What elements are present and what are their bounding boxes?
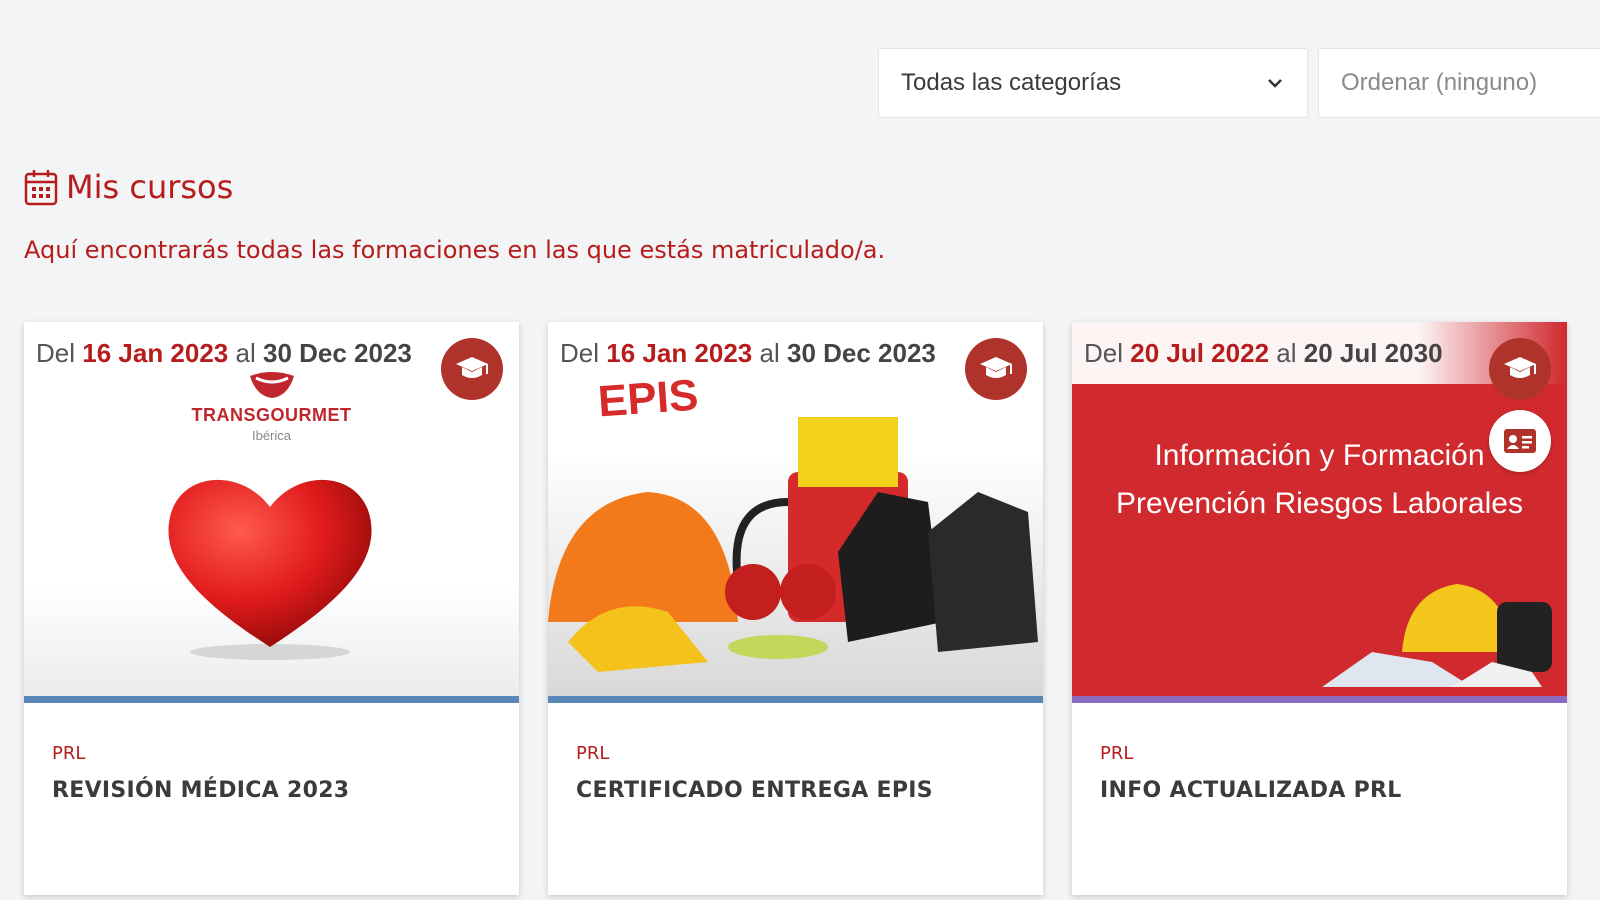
card-body: PRL INFO ACTUALIZADA PRL [1072, 703, 1567, 803]
id-card-icon [1504, 429, 1536, 453]
graduation-cap-icon [1504, 357, 1536, 378]
course-title[interactable]: CERTIFICADO ENTREGA EPIS [576, 778, 1015, 803]
date-mid: al [759, 338, 780, 368]
course-dates: Del 16 Jan 2023 al 30 Dec 2023 [560, 338, 936, 369]
graduation-cap-icon [980, 357, 1012, 378]
heart-image [168, 479, 372, 660]
course-card-revision-medica[interactable]: Del 16 Jan 2023 al 30 Dec 2023 TRANSGOUR… [24, 322, 519, 895]
card-accent-bar [24, 696, 519, 703]
end-date: 30 Dec 2023 [262, 338, 412, 368]
category-select-value: Todas las categorías [901, 69, 1122, 96]
card-body: PRL REVISIÓN MÉDICA 2023 [24, 703, 519, 803]
date-prefix: Del [560, 338, 600, 368]
calendar-icon [24, 170, 58, 206]
order-select-value: Ordenar (ninguno) [1341, 69, 1538, 96]
course-card-certificado-epis[interactable]: Del 16 Jan 2023 al 30 Dec 2023 EPIS PRL … [548, 322, 1043, 895]
course-category: PRL [1100, 743, 1134, 764]
start-date: 16 Jan 2023 [606, 338, 753, 368]
certificate-badge[interactable] [1489, 410, 1551, 472]
course-image: Del 16 Jan 2023 al 30 Dec 2023 EPIS [548, 322, 1043, 696]
course-card-info-prl[interactable]: Del 20 Jul 2022 al 20 Jul 2030 Informaci… [1072, 322, 1567, 895]
start-date: 16 Jan 2023 [82, 338, 229, 368]
course-image: Del 20 Jul 2022 al 20 Jul 2030 Informaci… [1072, 322, 1567, 696]
card-accent-bar [548, 696, 1043, 703]
course-title[interactable]: INFO ACTUALIZADA PRL [1100, 778, 1539, 803]
card-accent-bar [1072, 696, 1567, 703]
course-dates: Del 16 Jan 2023 al 30 Dec 2023 [36, 338, 412, 369]
logo-sub: Ibérica [251, 428, 292, 443]
page-title: Mis cursos [66, 168, 234, 206]
chevron-down-icon [1268, 79, 1282, 88]
course-badge[interactable] [441, 338, 503, 400]
date-mid: al [235, 338, 256, 368]
course-badge[interactable] [965, 338, 1027, 400]
date-prefix: Del [36, 338, 76, 368]
course-category: PRL [52, 743, 86, 764]
card-body: PRL CERTIFICADO ENTREGA EPIS [548, 703, 1043, 803]
course-title[interactable]: REVISIÓN MÉDICA 2023 [52, 778, 491, 803]
logo-mark [249, 372, 294, 398]
course-badge[interactable] [1489, 338, 1551, 400]
course-dates: Del 20 Jul 2022 al 20 Jul 2030 [1084, 338, 1443, 369]
course-list: Del 16 Jan 2023 al 30 Dec 2023 TRANSGOUR… [24, 322, 1567, 895]
graduation-cap-icon [456, 357, 488, 378]
page-subtitle: Aquí encontrarás todas las formaciones e… [24, 236, 886, 264]
end-date: 30 Dec 2023 [786, 338, 936, 368]
filters: Todas las categorías Ordenar (ninguno) [878, 48, 1600, 118]
end-date: 20 Jul 2030 [1303, 338, 1443, 368]
order-select[interactable]: Ordenar (ninguno) [1318, 48, 1600, 118]
date-mid: al [1276, 338, 1297, 368]
section-heading: Mis cursos [24, 168, 233, 206]
date-prefix: Del [1084, 338, 1124, 368]
logo-word: TRANSGOURMET [191, 405, 352, 425]
course-category: PRL [576, 743, 610, 764]
course-image: Del 16 Jan 2023 al 30 Dec 2023 TRANSGOUR… [24, 322, 519, 696]
category-select[interactable]: Todas las categorías [878, 48, 1308, 118]
start-date: 20 Jul 2022 [1130, 338, 1270, 368]
